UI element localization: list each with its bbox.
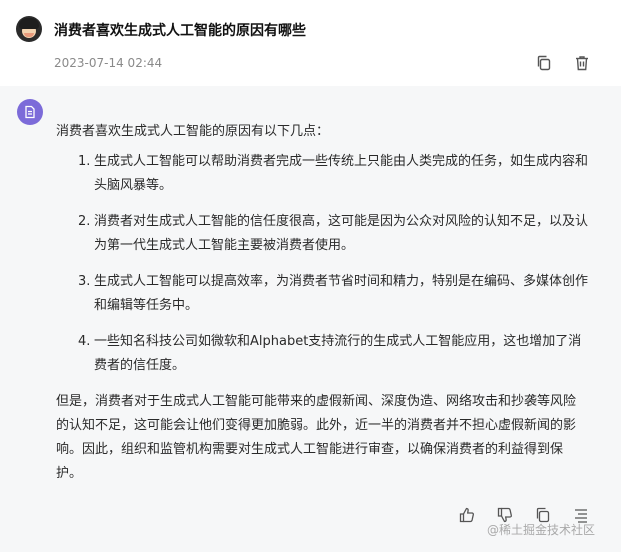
question-title: 消费者喜欢生成式人工智能的原因有哪些: [54, 23, 306, 39]
list-text: 消费者对生成式人工智能的信任度很高，这可能是因为公众对风险的认知不足，以及认为第…: [94, 214, 589, 253]
list-item: 1. 生成式人工智能可以帮助消费者完成一些传统上只能由人类完成的任务，如生成内容…: [56, 150, 588, 198]
document-icon: [25, 105, 35, 119]
answer-intro: 消费者喜欢生成式人工智能的原因有以下几点：: [56, 124, 330, 139]
list-text: 一些知名科技公司如微软和Alphabet支持流行的生成式人工智能应用，这也增加了…: [94, 334, 582, 373]
list-item: 4. 一些知名科技公司如微软和Alphabet支持流行的生成式人工智能应用，这也…: [56, 330, 588, 378]
trash-icon[interactable]: [573, 54, 591, 72]
list-number: 3.: [78, 274, 91, 289]
list-item: 2. 消费者对生成式人工智能的信任度很高，这可能是因为公众对风险的认知不足，以及…: [56, 210, 588, 258]
list-text: 生成式人工智能可以提高效率，为消费者节省时间和精力，特别是在编码、多媒体创作和编…: [94, 274, 589, 313]
list-number: 2.: [78, 214, 91, 229]
answer-content: 消费者喜欢生成式人工智能的原因有以下几点： 1. 生成式人工智能可以帮助消费者完…: [56, 120, 588, 486]
list-text: 生成式人工智能可以帮助消费者完成一些传统上只能由人类完成的任务，如生成内容和头脑…: [94, 154, 589, 193]
list-number: 1.: [78, 154, 91, 169]
answer-block: 消费者喜欢生成式人工智能的原因有以下几点： 1. 生成式人工智能可以帮助消费者完…: [0, 86, 621, 552]
watermark: @稀土掘金技术社区: [487, 523, 596, 537]
question-block: 消费者喜欢生成式人工智能的原因有哪些 2023-07-14 02:44: [0, 0, 621, 86]
copy-icon[interactable]: [535, 54, 553, 72]
answer-outro: 但是，消费者对于生成式人工智能可能带来的虚假新闻、深度伪造、网络攻击和抄袭等风险…: [56, 394, 577, 481]
assistant-avatar: [17, 99, 43, 125]
answer-points: 1. 生成式人工智能可以帮助消费者完成一些传统上只能由人类完成的任务，如生成内容…: [56, 150, 588, 378]
list-item: 3. 生成式人工智能可以提高效率，为消费者节省时间和精力，特别是在编码、多媒体创…: [56, 270, 588, 318]
thumbs-up-icon[interactable]: [458, 506, 476, 524]
list-number: 4.: [78, 334, 91, 349]
question-timestamp: 2023-07-14 02:44: [54, 56, 163, 70]
user-avatar: [16, 16, 42, 42]
